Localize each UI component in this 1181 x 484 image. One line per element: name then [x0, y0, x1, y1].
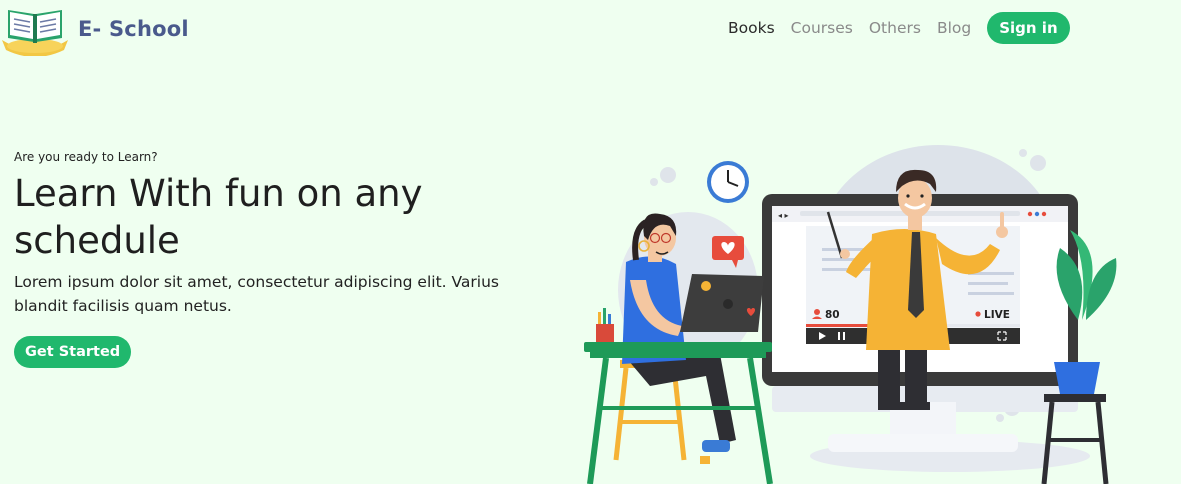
clock-icon — [707, 161, 749, 203]
nav-link-courses[interactable]: Courses — [791, 19, 853, 37]
bubble — [1019, 149, 1027, 157]
brand-name: E- School — [78, 17, 189, 41]
sign-in-button[interactable]: Sign in — [987, 12, 1070, 44]
laptop — [680, 274, 764, 332]
hero-headline: Learn With fun on any schedule — [14, 172, 423, 262]
live-dot-icon — [975, 311, 981, 317]
pause-icon — [838, 332, 840, 340]
online-learning-illustration: ◂ ▸ 80 LIVE — [584, 145, 1117, 484]
bubble — [650, 178, 658, 186]
hero-body: Lorem ipsum dolor sit amet, consectetur … — [14, 273, 499, 315]
svg-text:◂ ▸: ◂ ▸ — [778, 211, 789, 220]
nav-link-blog[interactable]: Blog — [937, 19, 971, 37]
bubble — [1030, 155, 1046, 171]
live-label: LIVE — [984, 309, 1010, 321]
bubble — [660, 167, 676, 183]
book-icon — [2, 10, 68, 56]
viewer-count: 80 — [825, 309, 840, 321]
nav-link-books[interactable]: Books — [728, 19, 775, 37]
main-nav: Books Courses Others Blog Sign in — [728, 12, 1070, 44]
hero-eyebrow: Are you ready to Learn? — [14, 150, 158, 164]
viewer-icon — [814, 309, 820, 315]
landing-page: E- School Books Courses Others Blog Sign… — [0, 0, 1181, 484]
bubble — [996, 414, 1004, 422]
smiley-icon — [701, 281, 711, 291]
brand-logo[interactable]: E- School — [0, 2, 189, 56]
get-started-button[interactable]: Get Started — [14, 336, 132, 368]
nav-link-others[interactable]: Others — [869, 19, 921, 37]
hero-section: Are you ready to Learn? Learn With fun o… — [14, 150, 534, 368]
